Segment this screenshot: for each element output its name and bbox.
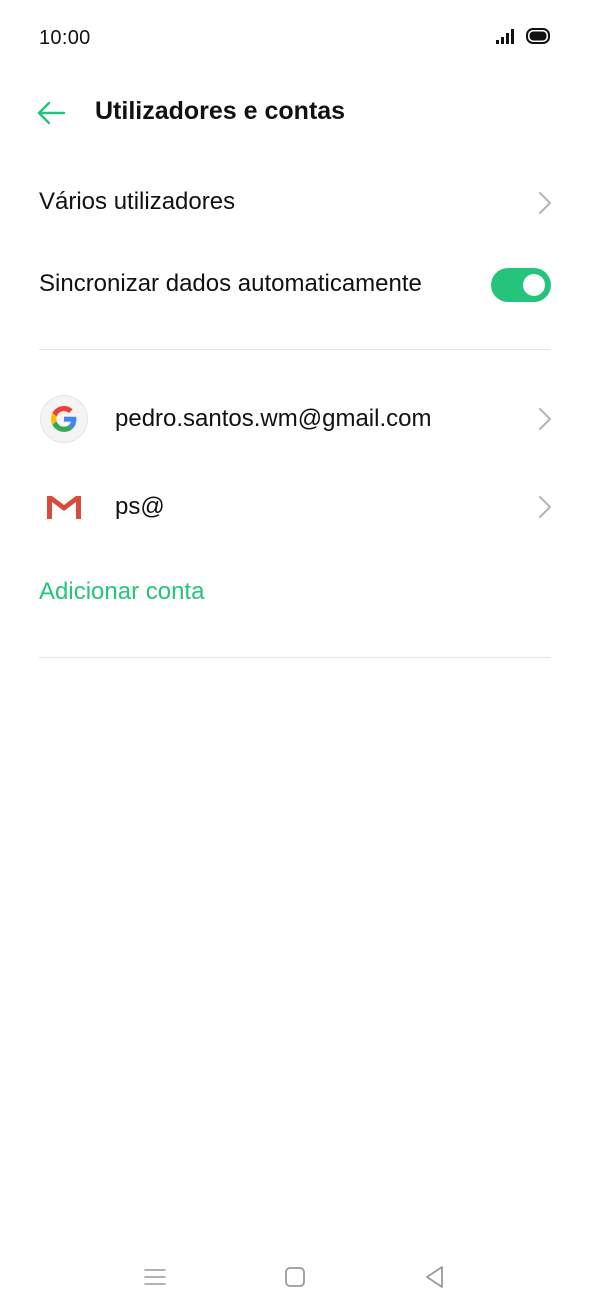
google-icon [40, 395, 88, 443]
multiple-users-label: Vários utilizadores [39, 188, 236, 215]
page-title: Utilizadores e contas [95, 97, 346, 125]
menu-icon[interactable] [142, 1264, 168, 1290]
status-bar: 10:00 [0, 0, 590, 80]
account-email-gmail: ps@ [115, 493, 165, 520]
auto-sync-toggle[interactable] [491, 268, 551, 302]
auto-sync-row[interactable]: Sincronizar dados automaticamente [0, 254, 590, 316]
signal-icon [496, 28, 518, 44]
status-time: 10:00 [39, 27, 91, 49]
multiple-users-row[interactable]: Vários utilizadores [0, 172, 590, 234]
gmail-icon [40, 483, 88, 531]
add-account-link[interactable]: Adicionar conta [39, 578, 204, 606]
navigation-bar [0, 1250, 590, 1302]
account-email-google: pedro.santos.wm@gmail.com [115, 405, 432, 432]
app-bar: Utilizadores e contas [0, 80, 590, 146]
toggle-knob [523, 274, 545, 296]
battery-icon [526, 28, 552, 44]
status-icons [496, 28, 552, 44]
chevron-right-icon [538, 407, 552, 431]
chevron-right-icon [538, 495, 552, 519]
account-row-google[interactable]: pedro.santos.wm@gmail.com [0, 388, 590, 450]
chevron-right-icon [538, 191, 552, 215]
divider [39, 349, 551, 350]
arrow-left-icon[interactable] [36, 100, 66, 126]
auto-sync-label: Sincronizar dados automaticamente [39, 270, 422, 297]
back-triangle-icon[interactable] [422, 1264, 448, 1290]
account-row-gmail[interactable]: ps@ [0, 476, 590, 538]
divider [39, 657, 551, 658]
home-icon[interactable] [282, 1264, 308, 1290]
